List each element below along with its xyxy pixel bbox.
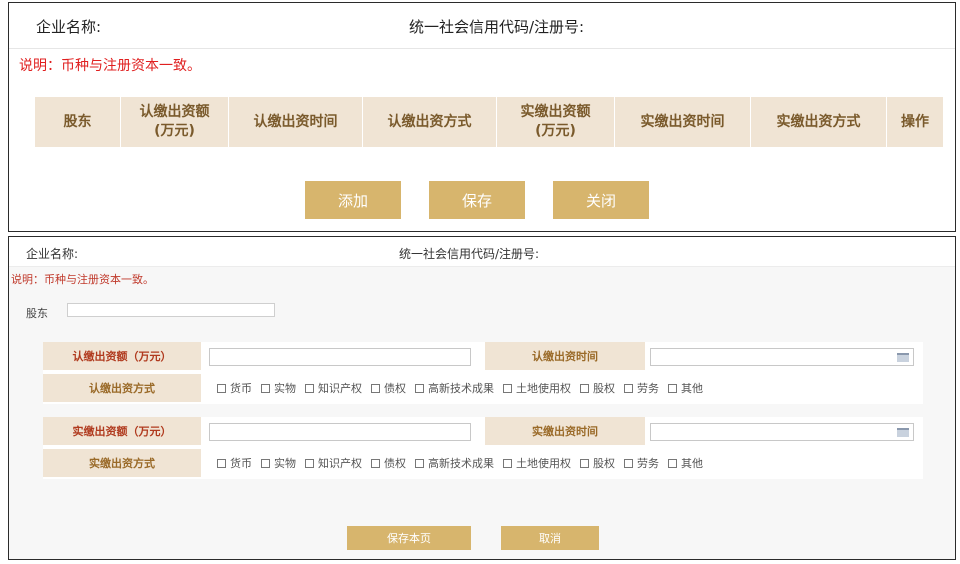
cancel-button[interactable]: 取消 <box>501 526 599 550</box>
checkbox[interactable] <box>415 458 424 468</box>
paid-time-label: 实缴出资时间 <box>485 417 645 445</box>
checkbox[interactable] <box>261 458 270 468</box>
subscribed-mode-options: 货币 实物 知识产权 债权 高新技术成果 土地使用权 股权 劳务 其他 <box>217 380 707 396</box>
checkbox[interactable] <box>217 458 226 468</box>
option-equity[interactable]: 股权 <box>580 380 615 396</box>
checkbox[interactable] <box>580 458 589 468</box>
credit-code-label: 统一社会信用代码/注册号: <box>409 18 585 36</box>
shareholder-label: 股东 <box>26 307 48 320</box>
column-header-shareholder: 股东 <box>35 97 121 147</box>
checkbox[interactable] <box>217 383 226 393</box>
paid-amount-input[interactable] <box>209 423 471 441</box>
checkbox[interactable] <box>261 383 270 393</box>
column-header-subscribed-time: 认缴出资时间 <box>229 97 363 147</box>
company-name-label: 企业名称: <box>26 247 79 261</box>
option-hightech[interactable]: 高新技术成果 <box>415 455 494 471</box>
paid-amount-label: 实缴出资额（万元） <box>43 417 201 445</box>
shareholder-detail-panel: 企业名称: 统一社会信用代码/注册号: 说明：币种与注册资本一致。 股东 认缴出… <box>8 236 956 560</box>
shareholder-input[interactable] <box>67 303 275 317</box>
subscribed-amount-input[interactable] <box>209 348 471 366</box>
column-header-paid-time: 实缴出资时间 <box>615 97 751 147</box>
option-labor[interactable]: 劳务 <box>624 455 659 471</box>
option-hightech[interactable]: 高新技术成果 <box>415 380 494 396</box>
option-ip[interactable]: 知识产权 <box>305 455 362 471</box>
option-equity[interactable]: 股权 <box>580 455 615 471</box>
checkbox[interactable] <box>503 458 512 468</box>
checkbox[interactable] <box>415 383 424 393</box>
option-other[interactable]: 其他 <box>668 380 703 396</box>
detail-header: 企业名称: 统一社会信用代码/注册号: <box>9 237 955 267</box>
calendar-icon[interactable] <box>897 353 909 362</box>
paid-time-input[interactable] <box>650 423 914 441</box>
checkbox[interactable] <box>668 458 677 468</box>
credit-code-label: 统一社会信用代码/注册号: <box>399 247 540 261</box>
option-land-use[interactable]: 土地使用权 <box>503 455 571 471</box>
save-button[interactable]: 保存 <box>429 181 525 219</box>
add-button[interactable]: 添加 <box>305 181 401 219</box>
option-physical[interactable]: 实物 <box>261 455 296 471</box>
currency-note: 说明：币种与注册资本一致。 <box>11 273 154 286</box>
option-creditor-rights[interactable]: 债权 <box>371 455 406 471</box>
column-header-actions: 操作 <box>901 113 929 130</box>
option-currency[interactable]: 货币 <box>217 455 252 471</box>
column-header-paid-mode: 实缴出资方式 <box>751 97 887 147</box>
option-physical[interactable]: 实物 <box>261 380 296 396</box>
shareholder-table-header: 股东 认缴出资额 (万元) 认缴出资时间 认缴出资方式 实缴出资额 (万元) 实… <box>35 97 943 147</box>
checkbox[interactable] <box>624 458 633 468</box>
option-currency[interactable]: 货币 <box>217 380 252 396</box>
subscribed-section: 认缴出资额（万元） 认缴出资时间 认缴出资方式 货币 实物 知识产权 债权 高新… <box>43 342 923 404</box>
checkbox[interactable] <box>668 383 677 393</box>
option-ip[interactable]: 知识产权 <box>305 380 362 396</box>
column-header-paid-amount: 实缴出资额 (万元) <box>497 97 615 147</box>
currency-note: 说明：币种与注册资本一致。 <box>19 58 201 74</box>
save-page-button[interactable]: 保存本页 <box>347 526 471 550</box>
company-name-label: 企业名称: <box>36 18 102 36</box>
option-creditor-rights[interactable]: 债权 <box>371 380 406 396</box>
subscribed-mode-label: 认缴出资方式 <box>43 374 201 402</box>
list-header: 企业名称: 统一社会信用代码/注册号: <box>9 3 955 49</box>
close-button[interactable]: 关闭 <box>553 181 649 219</box>
subscribed-time-label: 认缴出资时间 <box>485 342 645 370</box>
subscribed-amount-label: 认缴出资额（万元） <box>43 342 201 370</box>
subscribed-time-input[interactable] <box>650 348 914 366</box>
column-header-subscribed-amount: 认缴出资额 (万元) <box>121 97 229 147</box>
checkbox[interactable] <box>580 383 589 393</box>
option-labor[interactable]: 劳务 <box>624 380 659 396</box>
calendar-icon[interactable] <box>897 428 909 437</box>
checkbox[interactable] <box>503 383 512 393</box>
option-other[interactable]: 其他 <box>668 455 703 471</box>
checkbox[interactable] <box>371 383 380 393</box>
checkbox[interactable] <box>624 383 633 393</box>
checkbox[interactable] <box>305 458 314 468</box>
column-header-subscribed-mode: 认缴出资方式 <box>363 97 497 147</box>
checkbox[interactable] <box>371 458 380 468</box>
checkbox[interactable] <box>305 383 314 393</box>
paid-mode-options: 货币 实物 知识产权 债权 高新技术成果 土地使用权 股权 劳务 其他 <box>217 455 707 471</box>
shareholder-list-panel: 企业名称: 统一社会信用代码/注册号: 说明：币种与注册资本一致。 股东 认缴出… <box>8 2 956 232</box>
paid-mode-label: 实缴出资方式 <box>43 449 201 477</box>
paid-section: 实缴出资额（万元） 实缴出资时间 实缴出资方式 货币 实物 知识产权 债权 高新… <box>43 417 923 479</box>
option-land-use[interactable]: 土地使用权 <box>503 380 571 396</box>
